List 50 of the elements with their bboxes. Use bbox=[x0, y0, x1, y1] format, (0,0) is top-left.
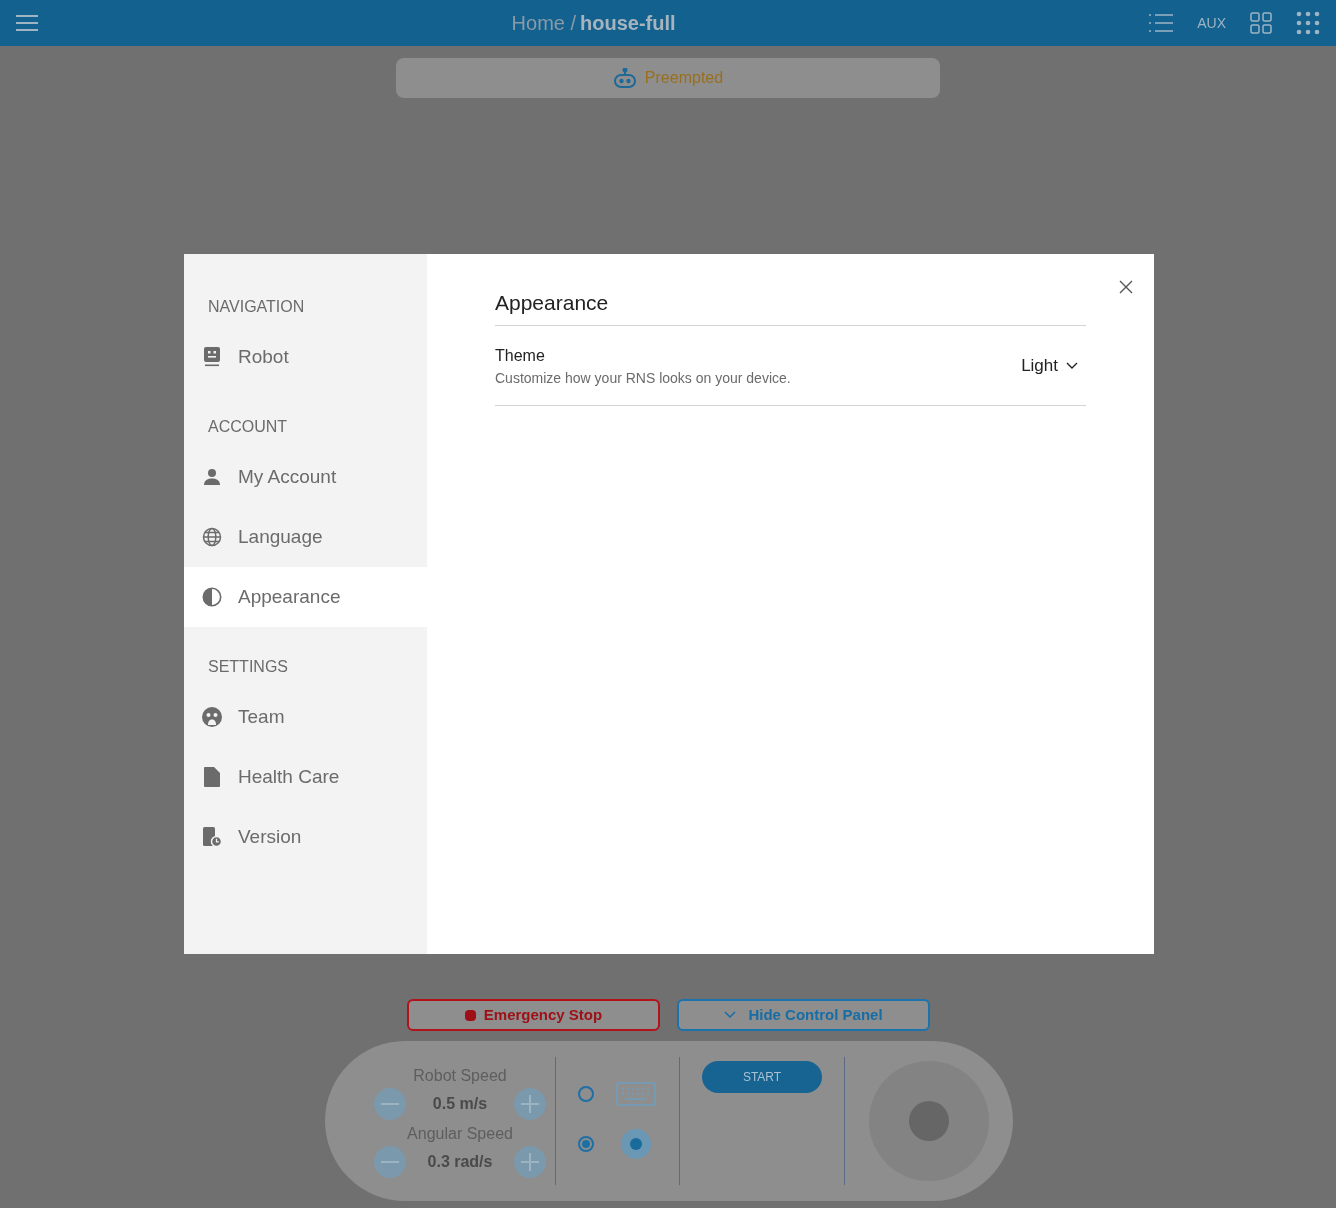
plus-icon bbox=[521, 1153, 539, 1171]
grid-icon[interactable] bbox=[1250, 12, 1272, 34]
minus-icon bbox=[381, 1103, 399, 1105]
sidebar-item[interactable]: Appearance bbox=[184, 567, 427, 627]
apps-icon[interactable] bbox=[1296, 11, 1320, 35]
sidebar-item[interactable]: Team bbox=[184, 687, 427, 747]
chevron-down-icon bbox=[1066, 362, 1078, 370]
menu-icon[interactable] bbox=[16, 15, 38, 31]
sidebar-item[interactable]: My Account bbox=[184, 447, 427, 507]
plus-icon bbox=[521, 1095, 539, 1113]
joystick-icon bbox=[620, 1128, 652, 1160]
speed-value: 0.5 m/s bbox=[431, 1094, 489, 1114]
person-icon bbox=[203, 469, 221, 485]
close-icon[interactable] bbox=[1119, 280, 1133, 294]
setting-description: Customize how your RNS looks on your device. bbox=[495, 368, 791, 388]
team-icon bbox=[202, 707, 222, 727]
phone-clock-icon bbox=[202, 827, 222, 847]
mode-radio[interactable] bbox=[578, 1136, 594, 1152]
chevron-down-icon bbox=[724, 1011, 737, 1019]
globe-icon bbox=[202, 527, 222, 547]
breadcrumb-current: house-full bbox=[580, 11, 676, 36]
keyboard-icon bbox=[616, 1082, 656, 1106]
start-button[interactable]: START bbox=[702, 1061, 822, 1093]
joystick-pad[interactable] bbox=[869, 1061, 989, 1181]
dialog-title: Appearance bbox=[495, 287, 1086, 326]
setting-label: Theme bbox=[495, 345, 546, 366]
list-icon[interactable] bbox=[1149, 14, 1174, 32]
sidebar-item[interactable]: Health Care bbox=[184, 747, 427, 807]
section-heading: ACCOUNT bbox=[207, 417, 289, 437]
emergency-stop-button[interactable]: Emergency Stop bbox=[407, 999, 660, 1031]
robot-icon bbox=[612, 68, 637, 88]
status-text: Preempted bbox=[644, 68, 724, 88]
robot-icon bbox=[203, 347, 221, 367]
theme-dropdown[interactable]: Light bbox=[1021, 353, 1086, 379]
stop-icon bbox=[464, 1009, 476, 1021]
decrease-button[interactable] bbox=[374, 1146, 406, 1178]
minus-icon bbox=[381, 1161, 399, 1163]
decrease-button[interactable] bbox=[374, 1088, 406, 1120]
section-heading: NAVIGATION bbox=[207, 297, 306, 317]
mode-radio[interactable] bbox=[578, 1086, 594, 1102]
sidebar-item[interactable]: Language bbox=[184, 507, 427, 567]
increase-button[interactable] bbox=[514, 1088, 546, 1120]
document-icon bbox=[204, 767, 220, 787]
speed-value: 0.3 rad/s bbox=[426, 1152, 494, 1172]
sidebar-item[interactable]: Version bbox=[184, 807, 427, 867]
section-heading: SETTINGS bbox=[207, 657, 289, 677]
sidebar-item[interactable]: Robot bbox=[184, 327, 427, 387]
aux-button[interactable]: AUX bbox=[1197, 12, 1226, 34]
increase-button[interactable] bbox=[514, 1146, 546, 1178]
half-circle-icon bbox=[202, 587, 222, 607]
